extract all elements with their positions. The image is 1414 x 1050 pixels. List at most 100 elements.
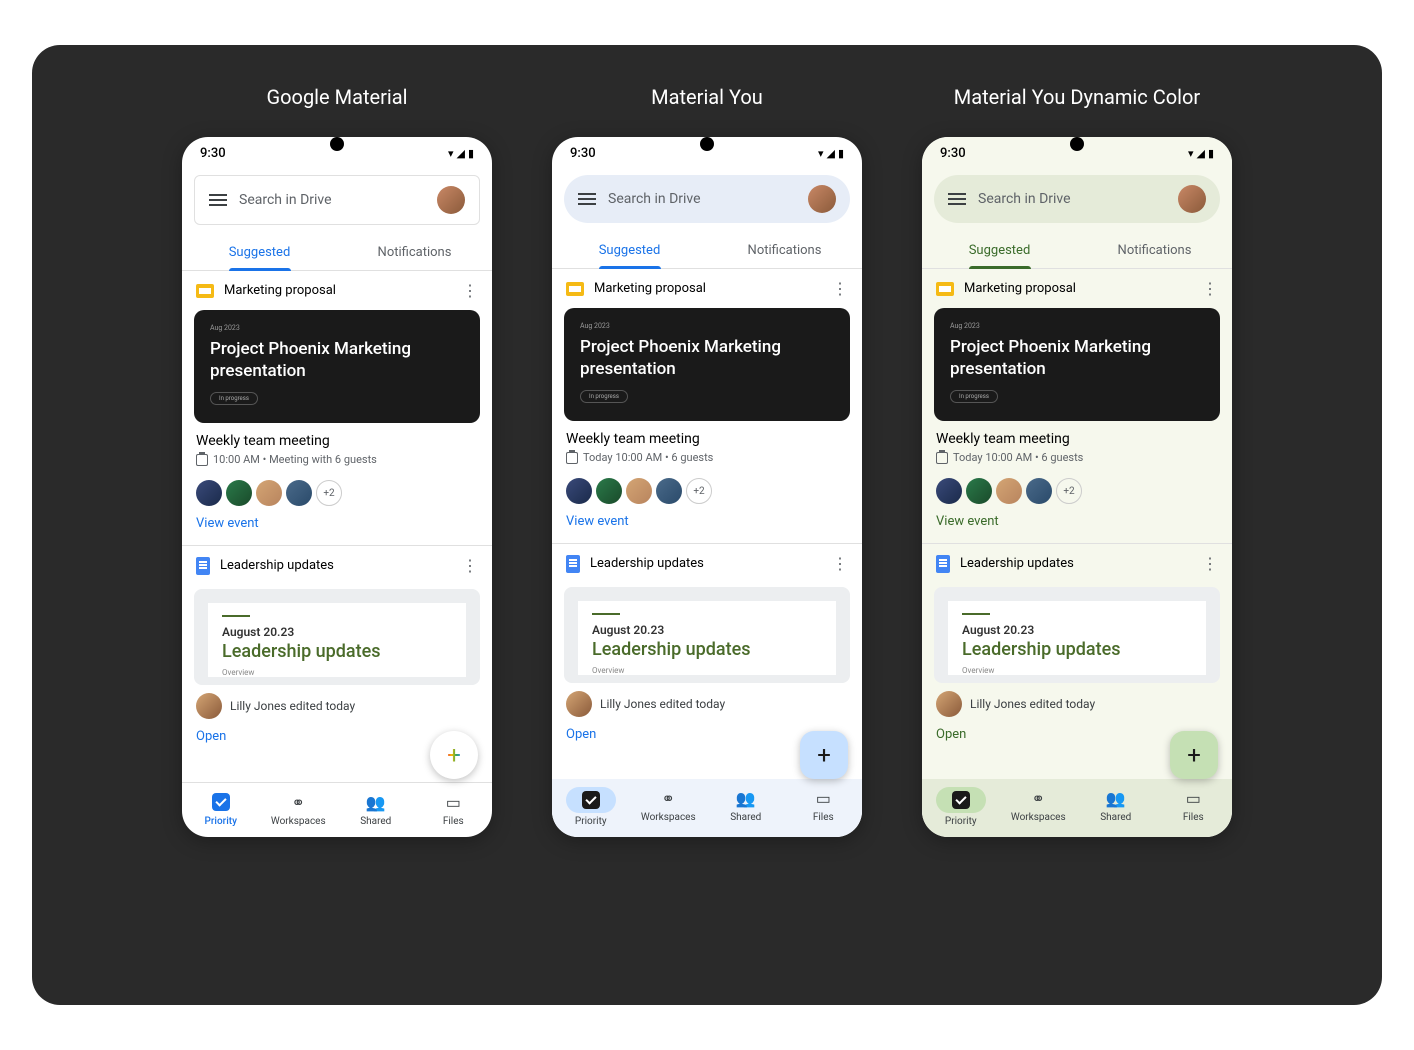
file-name[interactable]: Leadership updates [220,558,452,573]
slide-status: In progress [580,390,628,403]
view-event-link[interactable]: View event [182,510,492,545]
doc-thumbnail[interactable]: August 20.23 Leadership updates Overview [194,589,480,685]
meeting-subtitle: Today 10:00 AM • 6 guests [566,451,848,464]
tabs: Suggested Notifications [552,233,862,269]
meeting-block: Weekly team meeting Today 10:00 AM • 6 g… [552,421,862,470]
nav-priority[interactable]: Priority [922,779,1000,837]
workspaces-icon: ⚭ [1027,787,1049,809]
nav-files[interactable]: ▭Files [415,783,493,837]
nav-shared[interactable]: 👥Shared [707,779,785,837]
file-name[interactable]: Leadership updates [590,556,822,571]
doc-section: Overview [592,666,822,675]
bottom-nav: Priority ⚭Workspaces 👥Shared ▭Files [922,779,1232,837]
file-name[interactable]: Marketing proposal [964,281,1192,296]
slide-thumbnail[interactable]: Aug 2023 Project Phoenix Marketing prese… [934,308,1220,421]
tab-suggested[interactable]: Suggested [922,233,1077,268]
folder-icon: ▭ [1182,787,1204,809]
nav-files[interactable]: ▭Files [785,779,863,837]
more-icon[interactable]: ⋮ [832,279,848,298]
meeting-title: Weekly team meeting [196,433,478,449]
nav-workspaces[interactable]: ⚭Workspaces [630,779,708,837]
tabs: Suggested Notifications [922,233,1232,269]
search-bar[interactable]: Search in Drive [564,175,850,223]
attendee-avatars: +2 [552,470,862,508]
editor-text: Lilly Jones edited today [230,699,355,713]
nav-workspaces[interactable]: ⚭Workspaces [260,783,338,837]
attendee-avatar[interactable] [626,478,652,504]
status-time: 9:30 [940,146,966,161]
docs-icon [196,557,210,575]
attendee-more[interactable]: +2 [686,478,712,504]
attendee-avatar[interactable] [966,478,992,504]
slide-thumbnail[interactable]: Aug 2023 Project Phoenix Marketing prese… [564,308,850,421]
profile-avatar[interactable] [437,186,465,214]
file-name[interactable]: Marketing proposal [224,283,452,298]
profile-avatar[interactable] [1178,185,1206,213]
editor-info: Lilly Jones edited today [182,685,492,723]
fab-add[interactable]: + [1170,731,1218,779]
attendee-avatar[interactable] [936,478,962,504]
more-icon[interactable]: ⋮ [462,281,478,300]
slide-thumbnail[interactable]: Aug 2023 Project Phoenix Marketing prese… [194,310,480,423]
view-event-link[interactable]: View event [922,508,1232,543]
calendar-icon [566,452,578,464]
workspaces-icon: ⚭ [657,787,679,809]
attendee-avatar[interactable] [566,478,592,504]
menu-icon[interactable] [209,194,227,206]
attendee-more[interactable]: +2 [316,480,342,506]
plus-icon: + [817,741,831,769]
variant-title: Google Material [267,85,408,109]
search-placeholder: Search in Drive [978,191,1166,207]
menu-icon[interactable] [948,193,966,205]
variant-material-you-dynamic: Material You Dynamic Color 9:30 ▾◢▮ Sear… [922,85,1232,837]
attendee-avatar[interactable] [596,478,622,504]
tab-notifications[interactable]: Notifications [1077,233,1232,268]
priority-icon [582,791,600,809]
attendee-avatar[interactable] [656,478,682,504]
attendee-avatar[interactable] [256,480,282,506]
slide-title: Project Phoenix Marketing presentation [210,338,464,382]
more-icon[interactable]: ⋮ [1202,554,1218,573]
nav-files[interactable]: ▭Files [1155,779,1233,837]
camera-cutout [700,137,714,151]
attendee-avatar[interactable] [226,480,252,506]
tab-suggested[interactable]: Suggested [182,235,337,270]
more-icon[interactable]: ⋮ [832,554,848,573]
tab-notifications[interactable]: Notifications [707,233,862,268]
doc-thumbnail[interactable]: August 20.23 Leadership updates Overview [564,587,850,683]
search-placeholder: Search in Drive [608,191,796,207]
nav-priority[interactable]: Priority [182,783,260,837]
slides-icon [196,284,214,298]
nav-priority[interactable]: Priority [552,779,630,837]
tab-notifications[interactable]: Notifications [337,235,492,270]
profile-avatar[interactable] [808,185,836,213]
camera-cutout [330,137,344,151]
view-event-link[interactable]: View event [552,508,862,543]
attendee-avatar[interactable] [286,480,312,506]
search-bar[interactable]: Search in Drive [194,175,480,225]
doc-thumbnail[interactable]: August 20.23 Leadership updates Overview [934,587,1220,683]
fab-add[interactable]: + [800,731,848,779]
more-icon[interactable]: ⋮ [462,556,478,575]
menu-icon[interactable] [578,193,596,205]
bottom-nav: Priority ⚭Workspaces 👥Shared ▭Files [182,782,492,837]
attendee-more[interactable]: +2 [1056,478,1082,504]
doc-date: August 20.23 [222,625,452,639]
editor-avatar [936,691,962,717]
file-name[interactable]: Leadership updates [960,556,1192,571]
search-bar[interactable]: Search in Drive [934,175,1220,223]
phone-mockup: 9:30 ▾◢▮ Search in Drive Suggested Notif… [552,137,862,837]
nav-shared[interactable]: 👥Shared [1077,779,1155,837]
doc-heading: Leadership updates [592,639,822,660]
tab-suggested[interactable]: Suggested [552,233,707,268]
more-icon[interactable]: ⋮ [1202,279,1218,298]
nav-shared[interactable]: 👥Shared [337,783,415,837]
attendee-avatar[interactable] [196,480,222,506]
nav-workspaces[interactable]: ⚭Workspaces [1000,779,1078,837]
fab-add[interactable]: + [430,731,478,779]
attendee-avatar[interactable] [996,478,1022,504]
attendee-avatar[interactable] [1026,478,1052,504]
file-name[interactable]: Marketing proposal [594,281,822,296]
doc-heading: Leadership updates [962,639,1192,660]
plus-icon: + [1187,741,1201,769]
